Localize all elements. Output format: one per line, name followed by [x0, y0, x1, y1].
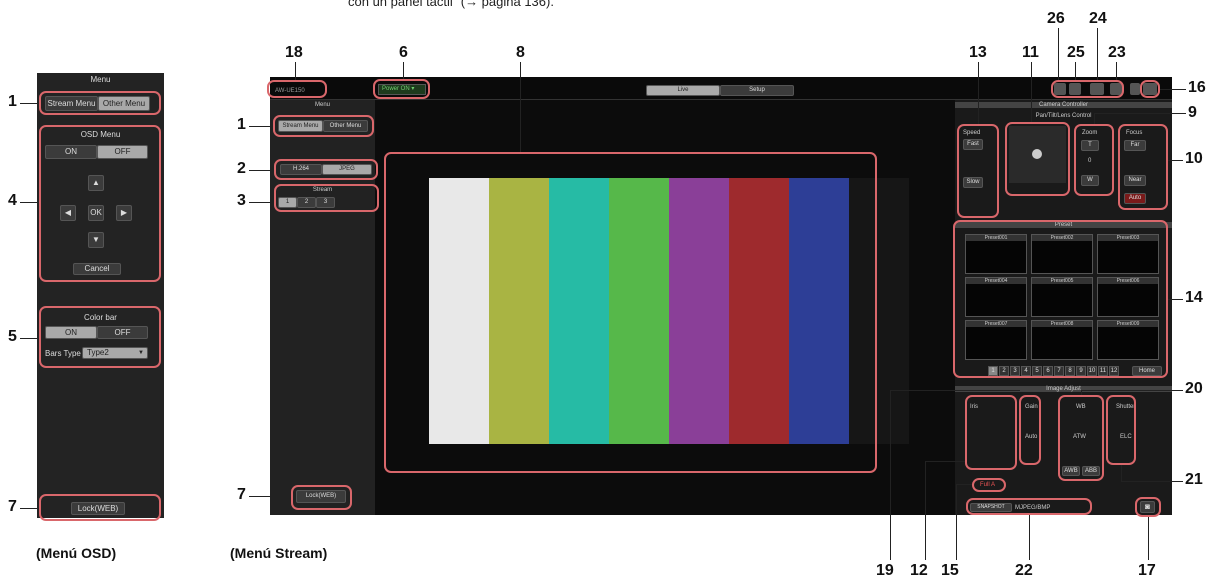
- stream-caption: (Menú Stream): [230, 545, 328, 561]
- highlight-camera-icon: [1135, 497, 1161, 517]
- highlight-icons-top: [1051, 80, 1124, 98]
- image-adjust-title: Image Adjust: [955, 386, 1172, 392]
- leader-23: [1116, 62, 1117, 80]
- highlight-pan-tilt: [1005, 122, 1070, 196]
- icon-info[interactable]: [1130, 83, 1140, 95]
- leader-10: [1168, 160, 1183, 161]
- callout-26: 26: [1047, 10, 1065, 27]
- highlight-osd-controls: [39, 125, 161, 282]
- highlight-gain: [1019, 395, 1041, 465]
- highlight-h264-jpeg: [274, 159, 378, 180]
- highlight-zoom: [1074, 124, 1114, 196]
- leader-21: [1121, 481, 1183, 482]
- leader-3: [249, 202, 274, 203]
- highlight-video: [384, 152, 877, 473]
- callout-3: 3: [237, 192, 246, 209]
- leader-9: [1094, 113, 1186, 114]
- leader-14: [1168, 299, 1183, 300]
- leader-17: [1148, 517, 1149, 560]
- callout-23: 23: [1108, 44, 1126, 61]
- leader-18: [295, 62, 296, 80]
- leader-26: [1058, 28, 1059, 80]
- leader-11: [1031, 62, 1032, 122]
- highlight-icon-16: [1140, 80, 1160, 98]
- callout-21: 21: [1185, 471, 1203, 488]
- callout-17: 17: [1138, 562, 1156, 579]
- highlight-iris: [965, 395, 1017, 470]
- highlight-wb: [1058, 395, 1104, 481]
- highlight-stream-menu-buttons: [273, 115, 374, 137]
- highlight-power: [373, 79, 430, 99]
- callout-4: 4: [8, 192, 17, 209]
- callout-5: 5: [8, 328, 17, 345]
- leader-12v: [925, 461, 926, 560]
- leader-12h: [925, 461, 965, 462]
- highlight-full-a: [972, 478, 1006, 492]
- callout-14: 14: [1185, 289, 1203, 306]
- highlight-device: [267, 80, 327, 98]
- osd-caption: (Menú OSD): [36, 545, 117, 561]
- callout-7b: 7: [237, 486, 246, 503]
- osd-panel-title: Menu: [90, 75, 111, 84]
- leader-9v: [1094, 113, 1095, 124]
- leader-15: [956, 484, 957, 560]
- tab-setup[interactable]: Setup: [720, 85, 794, 96]
- callout-9: 9: [1188, 104, 1197, 121]
- tab-live[interactable]: Live: [646, 85, 720, 96]
- stream-menu-title: Menu: [314, 102, 330, 108]
- leader-1b: [249, 126, 273, 127]
- leader-7b: [249, 496, 291, 497]
- highlight-preset: [953, 220, 1168, 378]
- callout-12: 12: [910, 562, 928, 579]
- leader-22: [1029, 515, 1030, 560]
- highlight-stream-lock: [291, 485, 352, 510]
- callout-1b: 1: [237, 116, 246, 133]
- highlight-stream-select: [274, 184, 379, 212]
- callout-20: 20: [1185, 380, 1203, 397]
- highlight-shutter: [1106, 395, 1136, 465]
- callout-2: 2: [237, 160, 246, 177]
- leader-25: [1075, 62, 1076, 80]
- leader-15h: [956, 484, 972, 485]
- leader-19h: [890, 390, 1020, 391]
- highlight-osd-lock: [39, 494, 161, 521]
- callout-11: 11: [1022, 44, 1039, 61]
- highlight-osd-menu-buttons: [39, 91, 161, 115]
- leader-24: [1097, 28, 1098, 80]
- highlight-speed: [957, 124, 999, 218]
- intro-text: con un panel táctil” (→ página 136).: [348, 0, 554, 9]
- callout-22: 22: [1015, 562, 1033, 579]
- leader-2: [249, 170, 274, 171]
- leader-1a: [20, 103, 39, 104]
- callout-13: 13: [969, 44, 987, 61]
- highlight-focus: [1118, 124, 1168, 210]
- leader-6: [403, 62, 404, 79]
- callout-16: 16: [1188, 79, 1206, 96]
- callout-1a: 1: [8, 93, 17, 110]
- callout-8: 8: [516, 44, 525, 61]
- callout-24: 24: [1089, 10, 1107, 27]
- leader-19v: [890, 390, 891, 560]
- leader-16: [1160, 89, 1186, 90]
- callout-6: 6: [399, 44, 408, 61]
- leader-7a: [20, 508, 39, 509]
- highlight-color-bar: [39, 306, 161, 368]
- leader-20: [1081, 390, 1183, 391]
- callout-7a: 7: [8, 498, 17, 515]
- callout-19: 19: [876, 562, 894, 579]
- leader-8: [520, 62, 521, 152]
- leader-20v: [1081, 390, 1082, 395]
- callout-15: 15: [941, 562, 959, 579]
- highlight-snapshot: [966, 498, 1092, 515]
- leader-5: [20, 338, 39, 339]
- camera-controller-title: Camera Controller: [955, 102, 1172, 108]
- leader-4: [20, 202, 39, 203]
- callout-18: 18: [285, 44, 303, 61]
- callout-25: 25: [1067, 44, 1085, 61]
- leader-21v: [1121, 465, 1122, 481]
- leader-13: [978, 62, 979, 124]
- callout-10: 10: [1185, 150, 1203, 167]
